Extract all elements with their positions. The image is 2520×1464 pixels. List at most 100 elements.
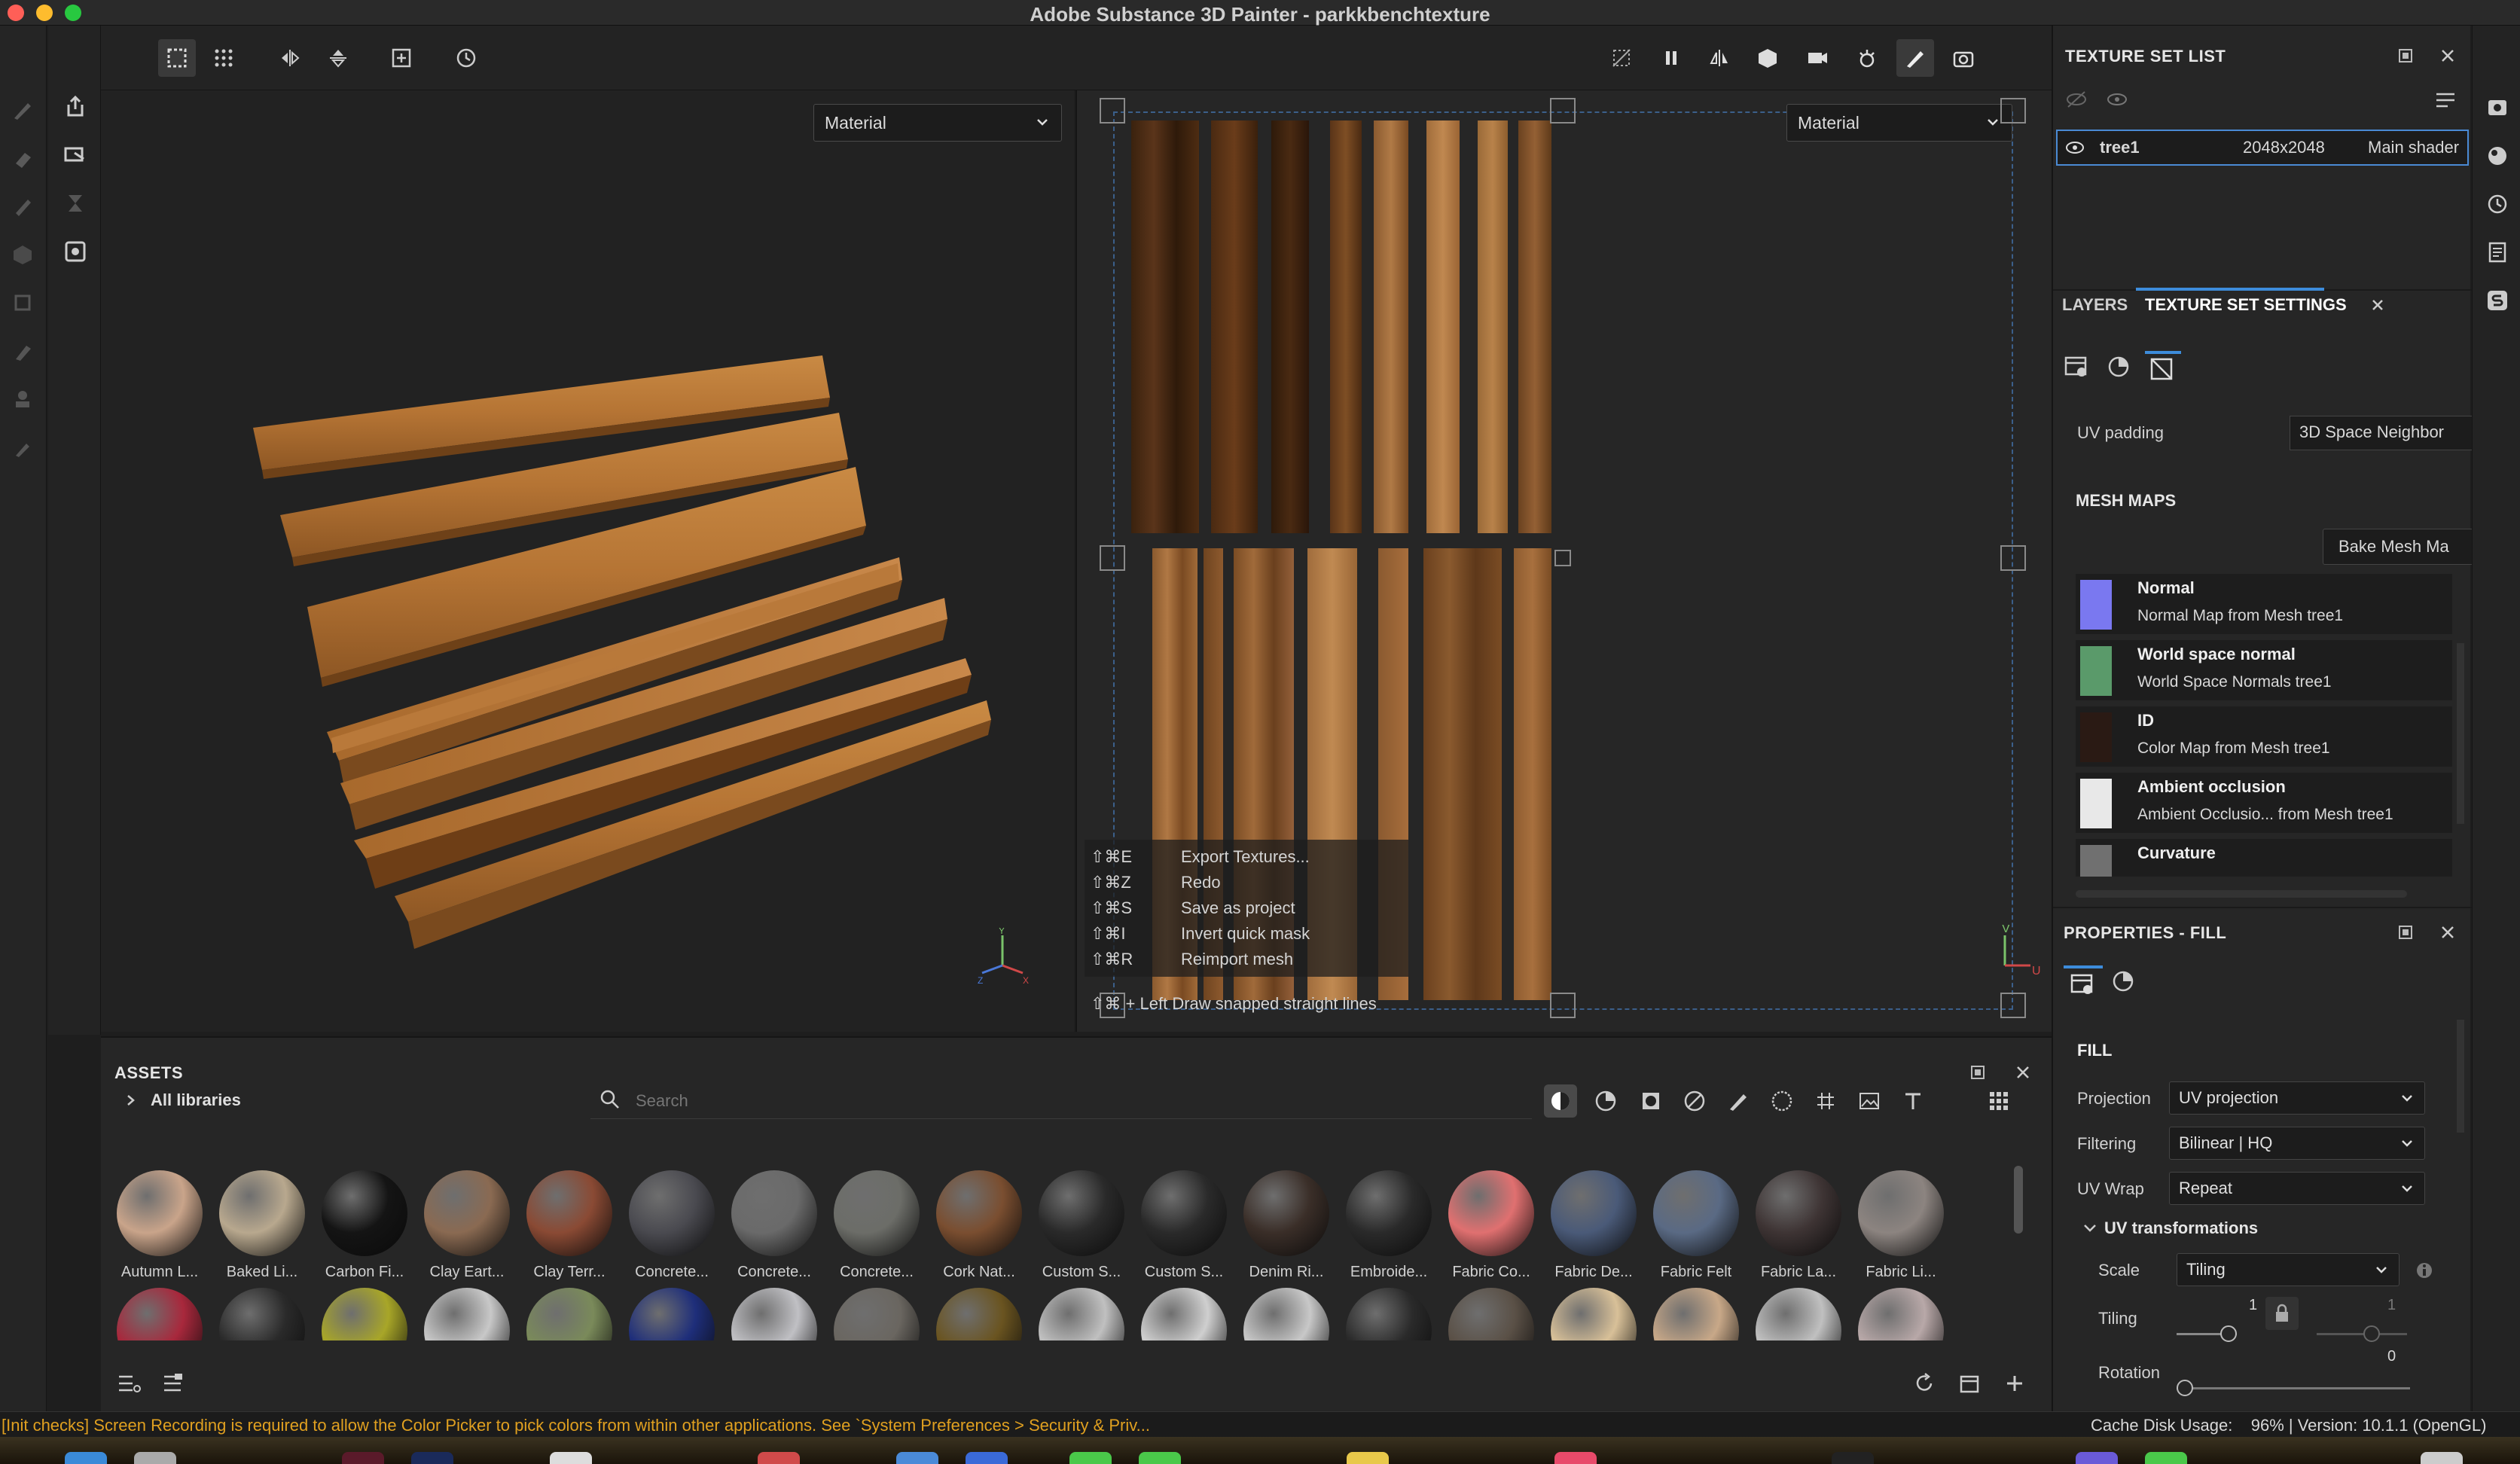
close-icon[interactable]: [2014, 1063, 2032, 1086]
projection-tool-icon[interactable]: [11, 194, 35, 218]
asset-item[interactable]: [1241, 1288, 1332, 1340]
lock-icon[interactable]: [2265, 1297, 2299, 1330]
asset-item[interactable]: Cork Nat...: [934, 1170, 1024, 1281]
transform-handle[interactable]: [2000, 993, 2026, 1018]
asset-item[interactable]: [422, 1288, 512, 1340]
transform-handle[interactable]: [2000, 98, 2026, 124]
paint-mode-icon[interactable]: [1896, 39, 1934, 77]
asset-item[interactable]: [1139, 1288, 1229, 1340]
textures-filter-icon[interactable]: [1765, 1084, 1798, 1118]
dock-app-icon[interactable]: [1554, 1452, 1597, 1464]
brushes-filter-icon[interactable]: [1722, 1084, 1755, 1118]
undock-icon[interactable]: [2396, 923, 2415, 946]
shader-settings-icon[interactable]: [2485, 143, 2510, 169]
mesh-map-row[interactable]: Normal Normal Map from Mesh tree1: [2076, 574, 2452, 634]
transform-handle[interactable]: [1100, 98, 1125, 124]
text-filter-icon[interactable]: [1896, 1084, 1930, 1118]
asset-item[interactable]: Clay Terr...: [524, 1170, 615, 1281]
rotation-slider-handle[interactable]: [2177, 1380, 2193, 1396]
tiling-slider-v[interactable]: [2317, 1333, 2407, 1335]
asset-item[interactable]: Embroide...: [1344, 1170, 1434, 1281]
asset-item[interactable]: Custom S...: [1036, 1170, 1127, 1281]
import-icon[interactable]: [62, 142, 89, 169]
uv-grid-icon[interactable]: [158, 39, 196, 77]
texture-set-shader[interactable]: Main shader: [2368, 138, 2459, 157]
tab-texture-set-settings[interactable]: TEXTURE SET SETTINGS: [2145, 295, 2347, 315]
dock-app-icon[interactable]: [2076, 1452, 2118, 1464]
mesh-map-row[interactable]: Curvature: [2076, 839, 2452, 877]
asset-item[interactable]: [1548, 1288, 1639, 1340]
color-picker-icon[interactable]: [11, 435, 35, 459]
asset-item[interactable]: [114, 1288, 205, 1340]
bake-mesh-maps-button[interactable]: Bake Mesh Ma: [2323, 529, 2473, 565]
asset-item[interactable]: [1036, 1288, 1127, 1340]
status-warning-message[interactable]: [Init checks] Screen Recording is requir…: [2, 1416, 1150, 1435]
smart-materials-filter-icon[interactable]: [1589, 1084, 1622, 1118]
asset-item[interactable]: Concrete...: [831, 1170, 922, 1281]
asset-item[interactable]: Concrete...: [627, 1170, 717, 1281]
dock-app-icon[interactable]: [550, 1452, 592, 1464]
visibility-off-icon[interactable]: [2065, 90, 2088, 113]
asset-item[interactable]: [1753, 1288, 1844, 1340]
texture-set-props-icon[interactable]: [2064, 355, 2089, 383]
dock-app-icon[interactable]: [411, 1452, 453, 1464]
uv-wrap-dropdown[interactable]: Repeat: [2169, 1172, 2425, 1205]
rotation-slider[interactable]: [2177, 1387, 2410, 1389]
asset-item[interactable]: [729, 1288, 819, 1340]
materials-filter-icon[interactable]: [1544, 1084, 1577, 1118]
scale-dropdown[interactable]: Tiling: [2177, 1253, 2399, 1286]
asset-item[interactable]: [524, 1288, 615, 1340]
tiling-slider-v-handle[interactable]: [2363, 1325, 2380, 1342]
asset-item[interactable]: [319, 1288, 410, 1340]
texture-set-list-icon[interactable]: [2485, 95, 2510, 120]
close-icon[interactable]: [2369, 297, 2386, 318]
dock-app-icon[interactable]: [758, 1452, 800, 1464]
eye-icon[interactable]: [2065, 140, 2085, 155]
refresh-icon[interactable]: [1913, 1372, 1936, 1399]
visibility-icon[interactable]: [2106, 90, 2128, 113]
asset-item[interactable]: [217, 1288, 307, 1340]
filters-filter-icon[interactable]: [1678, 1084, 1711, 1118]
camera-video-icon[interactable]: [1798, 39, 1836, 77]
asset-item[interactable]: Autumn L...: [114, 1170, 205, 1281]
asset-item[interactable]: Fabric Felt: [1651, 1170, 1741, 1281]
asset-item[interactable]: [1446, 1288, 1536, 1340]
asset-item[interactable]: [934, 1288, 1024, 1340]
asset-item[interactable]: Fabric Li...: [1856, 1170, 1946, 1281]
asset-item[interactable]: [831, 1288, 922, 1340]
environment-filter-icon[interactable]: [1853, 1084, 1886, 1118]
mesh-maps-scrollbar[interactable]: [2457, 643, 2464, 824]
uv-padding-dropdown[interactable]: 3D Space Neighbor: [2290, 416, 2473, 450]
history-icon[interactable]: [2485, 191, 2510, 217]
finder-icon[interactable]: [65, 1452, 107, 1464]
grid-dots-icon[interactable]: [205, 39, 243, 77]
close-icon[interactable]: [2439, 923, 2457, 946]
display-settings-icon[interactable]: [62, 238, 89, 265]
horizontal-scrollbar[interactable]: [2076, 890, 2407, 898]
tiling-slider-u-handle[interactable]: [2220, 1325, 2237, 1342]
mesh-map-row[interactable]: ID Color Map from Mesh tree1: [2076, 706, 2452, 767]
dock-app-icon[interactable]: [2145, 1452, 2187, 1464]
tab-layers[interactable]: LAYERS: [2062, 295, 2128, 315]
library-add-icon[interactable]: [161, 1372, 187, 1399]
undock-icon[interactable]: [2396, 47, 2415, 69]
asset-item[interactable]: [1856, 1288, 1946, 1340]
material-icon[interactable]: [2107, 355, 2130, 383]
mirror-horizontal-icon[interactable]: [271, 39, 309, 77]
transform-handle[interactable]: [1550, 993, 1576, 1018]
hide-uv-icon[interactable]: [1603, 39, 1640, 77]
asset-item[interactable]: Fabric De...: [1548, 1170, 1639, 1281]
menu-icon[interactable]: [2434, 90, 2457, 114]
paint-brush-tool-icon[interactable]: [11, 98, 35, 122]
viewport-2d-mode-dropdown[interactable]: Material: [1786, 104, 2012, 142]
history-reset-icon[interactable]: [447, 39, 485, 77]
eraser-tool-icon[interactable]: [11, 146, 35, 170]
viewport-3d[interactable]: Material Y X Z: [101, 90, 1074, 1032]
material-icon[interactable]: [2112, 970, 2134, 997]
mesh-map-row[interactable]: World space normal World Space Normals tr…: [2076, 640, 2452, 700]
geometry-fill-tool-icon[interactable]: [11, 242, 35, 267]
mirror-vertical-icon[interactable]: [319, 39, 357, 77]
dock-app-icon[interactable]: [966, 1452, 1008, 1464]
asset-item[interactable]: Baked Li...: [217, 1170, 307, 1281]
transform-handle[interactable]: [1100, 545, 1125, 571]
